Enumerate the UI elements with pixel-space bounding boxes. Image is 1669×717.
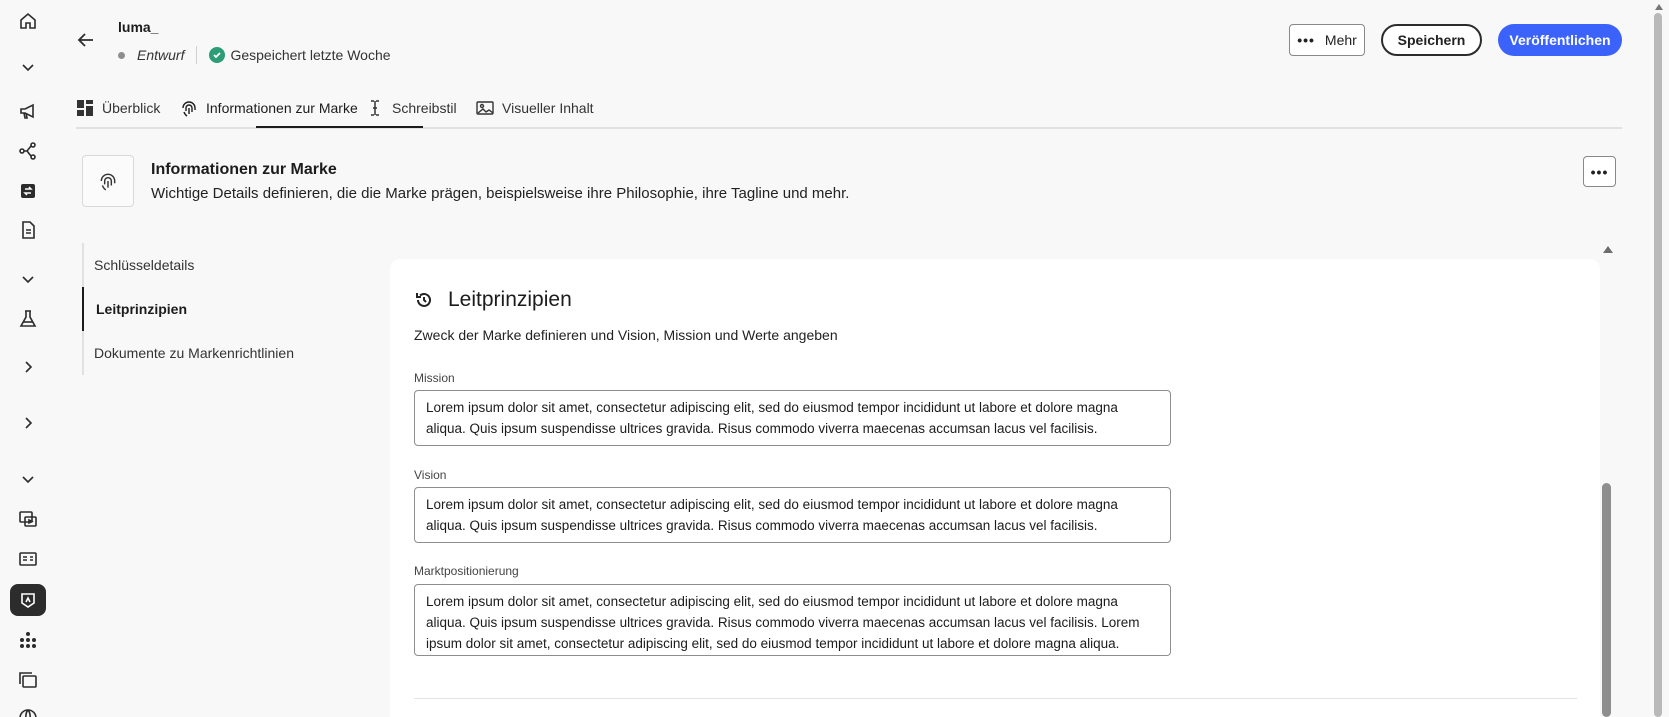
mission-field[interactable]: Lorem ipsum dolor sit amet, consectetur … — [414, 390, 1171, 446]
sidenav-item-key-details[interactable]: Schlüsseldetails — [84, 243, 344, 287]
components-icon[interactable] — [10, 624, 46, 656]
more-button[interactable]: ••• Mehr — [1289, 24, 1365, 56]
more-dots-icon: ••• — [1297, 32, 1315, 48]
scroll-up-arrow-icon[interactable] — [1603, 246, 1613, 253]
card-title: Leitprinzipien — [448, 288, 572, 311]
content-swap-icon[interactable] — [10, 175, 46, 207]
dashboard-icon — [77, 100, 93, 116]
chevron-down-icon[interactable] — [10, 463, 46, 495]
section-title: Informationen zur Marke — [151, 161, 337, 178]
window-scrollbar[interactable] — [1654, 13, 1662, 717]
market-positioning-label: Marktpositionierung — [414, 564, 519, 578]
check-circle-icon — [209, 47, 226, 63]
window-scroll-up-icon[interactable] — [1655, 4, 1663, 10]
back-arrow-icon[interactable] — [72, 28, 100, 52]
vision-label: Vision — [414, 468, 447, 482]
draft-status: Entwurf — [137, 47, 185, 63]
section-more-button[interactable]: ••• — [1583, 156, 1616, 187]
tab-label: Visueller Inhalt — [502, 100, 594, 116]
card-divider — [414, 698, 1577, 699]
market-positioning-field[interactable]: Lorem ipsum dolor sit amet, consectetur … — [414, 584, 1171, 656]
folders-icon[interactable] — [10, 664, 46, 696]
fingerprint-icon — [100, 173, 116, 191]
tab-label: Informationen zur Marke — [206, 100, 358, 116]
globe-icon[interactable] — [10, 702, 46, 717]
status-bar: Entwurf Gespeichert letzte Woche — [118, 46, 391, 64]
card-header: Leitprinzipien — [414, 288, 572, 312]
save-button[interactable]: Speichern — [1381, 24, 1482, 56]
form-icon[interactable] — [10, 543, 46, 575]
more-button-label: Mehr — [1324, 32, 1357, 48]
vision-field[interactable]: Lorem ipsum dolor sit amet, consectetur … — [414, 487, 1171, 543]
active-tab-indicator — [256, 126, 423, 128]
principles-card: Leitprinzipien Zweck der Marke definiere… — [390, 259, 1600, 717]
journey-icon[interactable] — [10, 135, 46, 167]
section-description: Wichtige Details definieren, die die Mar… — [151, 185, 850, 202]
megaphone-icon[interactable] — [10, 95, 46, 127]
chevron-down-icon[interactable] — [10, 263, 46, 295]
text-cursor-icon — [371, 100, 379, 116]
brand-icon[interactable] — [10, 584, 46, 616]
section-icon-box — [82, 155, 134, 207]
chevron-right-icon[interactable] — [10, 351, 46, 383]
card-subtitle: Zweck der Marke definieren und Vision, M… — [414, 327, 838, 343]
tab-overview[interactable]: Überblick — [76, 94, 160, 122]
media-icon[interactable] — [10, 503, 46, 535]
tab-visual-content[interactable]: Visueller Inhalt — [476, 94, 594, 122]
saved-status: Gespeichert letzte Woche — [230, 47, 391, 63]
beaker-icon[interactable] — [10, 303, 46, 335]
tab-label: Überblick — [102, 100, 161, 116]
tab-label: Schreibstil — [392, 100, 457, 116]
mission-label: Mission — [414, 371, 455, 385]
panel-scrollbar[interactable] — [1602, 483, 1611, 717]
draft-dot-icon — [118, 51, 125, 59]
sidenav-item-guideline-docs[interactable]: Dokumente zu Markenrichtlinien — [84, 331, 344, 375]
publish-button[interactable]: Veröffentlichen — [1498, 24, 1622, 56]
chevron-down-icon[interactable] — [10, 51, 46, 83]
document-icon[interactable] — [10, 214, 46, 246]
tab-brand-info[interactable]: Informationen zur Marke — [180, 94, 358, 122]
home-icon[interactable] — [10, 5, 46, 37]
divider — [196, 46, 198, 64]
chevron-right-icon[interactable] — [10, 407, 46, 439]
app-root: luma_ Entwurf Gespeichert letzte Woche •… — [0, 0, 1669, 717]
tab-writing-style[interactable]: Schreibstil — [366, 94, 457, 122]
history-icon — [416, 292, 431, 307]
left-rail — [0, 0, 56, 717]
image-icon — [476, 101, 494, 115]
side-navigation: Schlüsseldetails Leitprinzipien Dokument… — [82, 243, 362, 375]
sidenav-item-guiding-principles[interactable]: Leitprinzipien — [82, 287, 342, 331]
page-title: luma_ — [118, 19, 159, 35]
fingerprint-icon — [182, 101, 196, 117]
tab-bar: Überblick Informationen zur Marke Schrei… — [76, 88, 1622, 129]
